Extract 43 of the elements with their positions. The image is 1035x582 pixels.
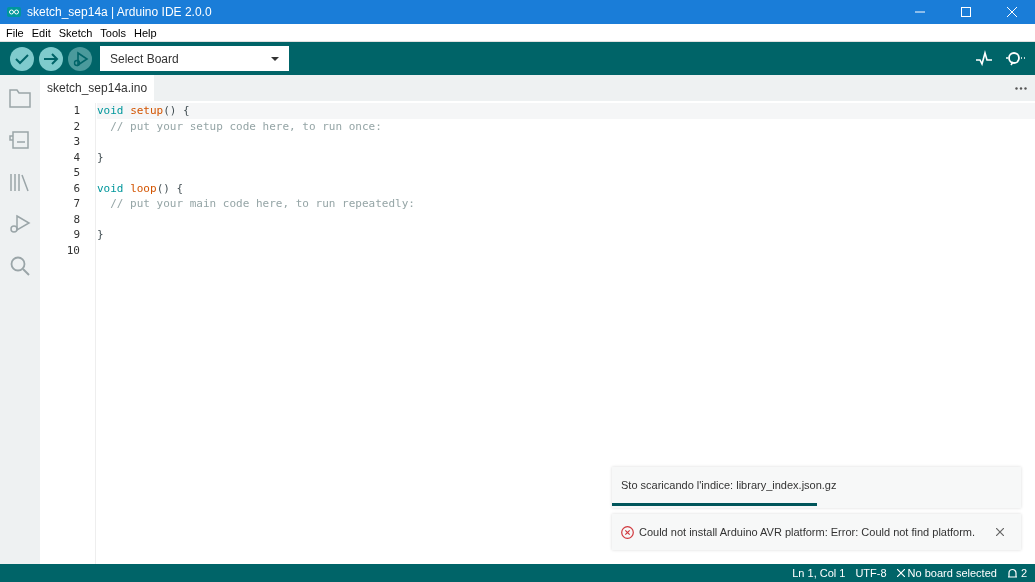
error-icon <box>621 525 634 539</box>
app-logo-icon <box>7 7 21 17</box>
board-status[interactable]: No board selected <box>907 567 997 579</box>
line-number: 5 <box>73 165 80 181</box>
maximize-icon[interactable] <box>961 7 971 17</box>
line-number: 2 <box>73 118 80 134</box>
line-number: 1 <box>73 103 80 119</box>
close-icon <box>896 569 905 577</box>
menu-item[interactable]: Sketch <box>54 26 97 39</box>
code-line: } <box>97 227 105 243</box>
caret-icon <box>271 56 279 61</box>
window-title: sketch_sep14a | Arduino IDE 2.0.0 <box>27 5 213 19</box>
menu-item[interactable]: File <box>2 26 28 39</box>
menu-item[interactable]: Edit <box>27 26 55 39</box>
search-icon[interactable] <box>8 255 32 277</box>
notification-count[interactable]: 2 <box>1020 567 1027 579</box>
code-line: // put your main code here, to run repeatedly: <box>109 196 416 212</box>
debug-icon[interactable] <box>8 213 32 235</box>
line-number: 10 <box>66 242 80 258</box>
notification-text: Could not install Arduino AVR platform: Error: Could not find platform. <box>639 526 976 538</box>
menu-item[interactable]: Help <box>130 26 161 39</box>
line-number: 3 <box>73 134 80 150</box>
code-line: void loop() { <box>97 180 185 196</box>
line-number: 7 <box>73 196 80 212</box>
editor-tab[interactable]: sketch_sep14a.ino <box>40 75 155 101</box>
line-number: 8 <box>73 211 80 227</box>
upload-button[interactable] <box>39 46 63 71</box>
encoding[interactable]: UTF-8 <box>855 567 887 579</box>
bell-icon[interactable] <box>1006 567 1018 579</box>
more-icon[interactable] <box>1015 86 1027 90</box>
line-number: 6 <box>73 180 80 196</box>
code-line: } <box>97 149 105 165</box>
library-icon[interactable] <box>8 171 32 193</box>
debug-icon <box>71 49 89 68</box>
verify-button[interactable] <box>10 46 34 71</box>
code-line: // put your setup code here, to run once: <box>109 118 383 134</box>
line-number: 9 <box>73 227 80 243</box>
line-number: 4 <box>73 149 80 165</box>
close-icon[interactable] <box>996 528 1004 536</box>
board-select[interactable]: Select Board <box>100 46 289 71</box>
notification-text: Sto scaricando l'indice: library_index.json.gz <box>621 479 837 491</box>
cursor-position[interactable]: Ln 1, Col 1 <box>792 567 846 579</box>
menu-item[interactable]: Tools <box>96 26 131 39</box>
